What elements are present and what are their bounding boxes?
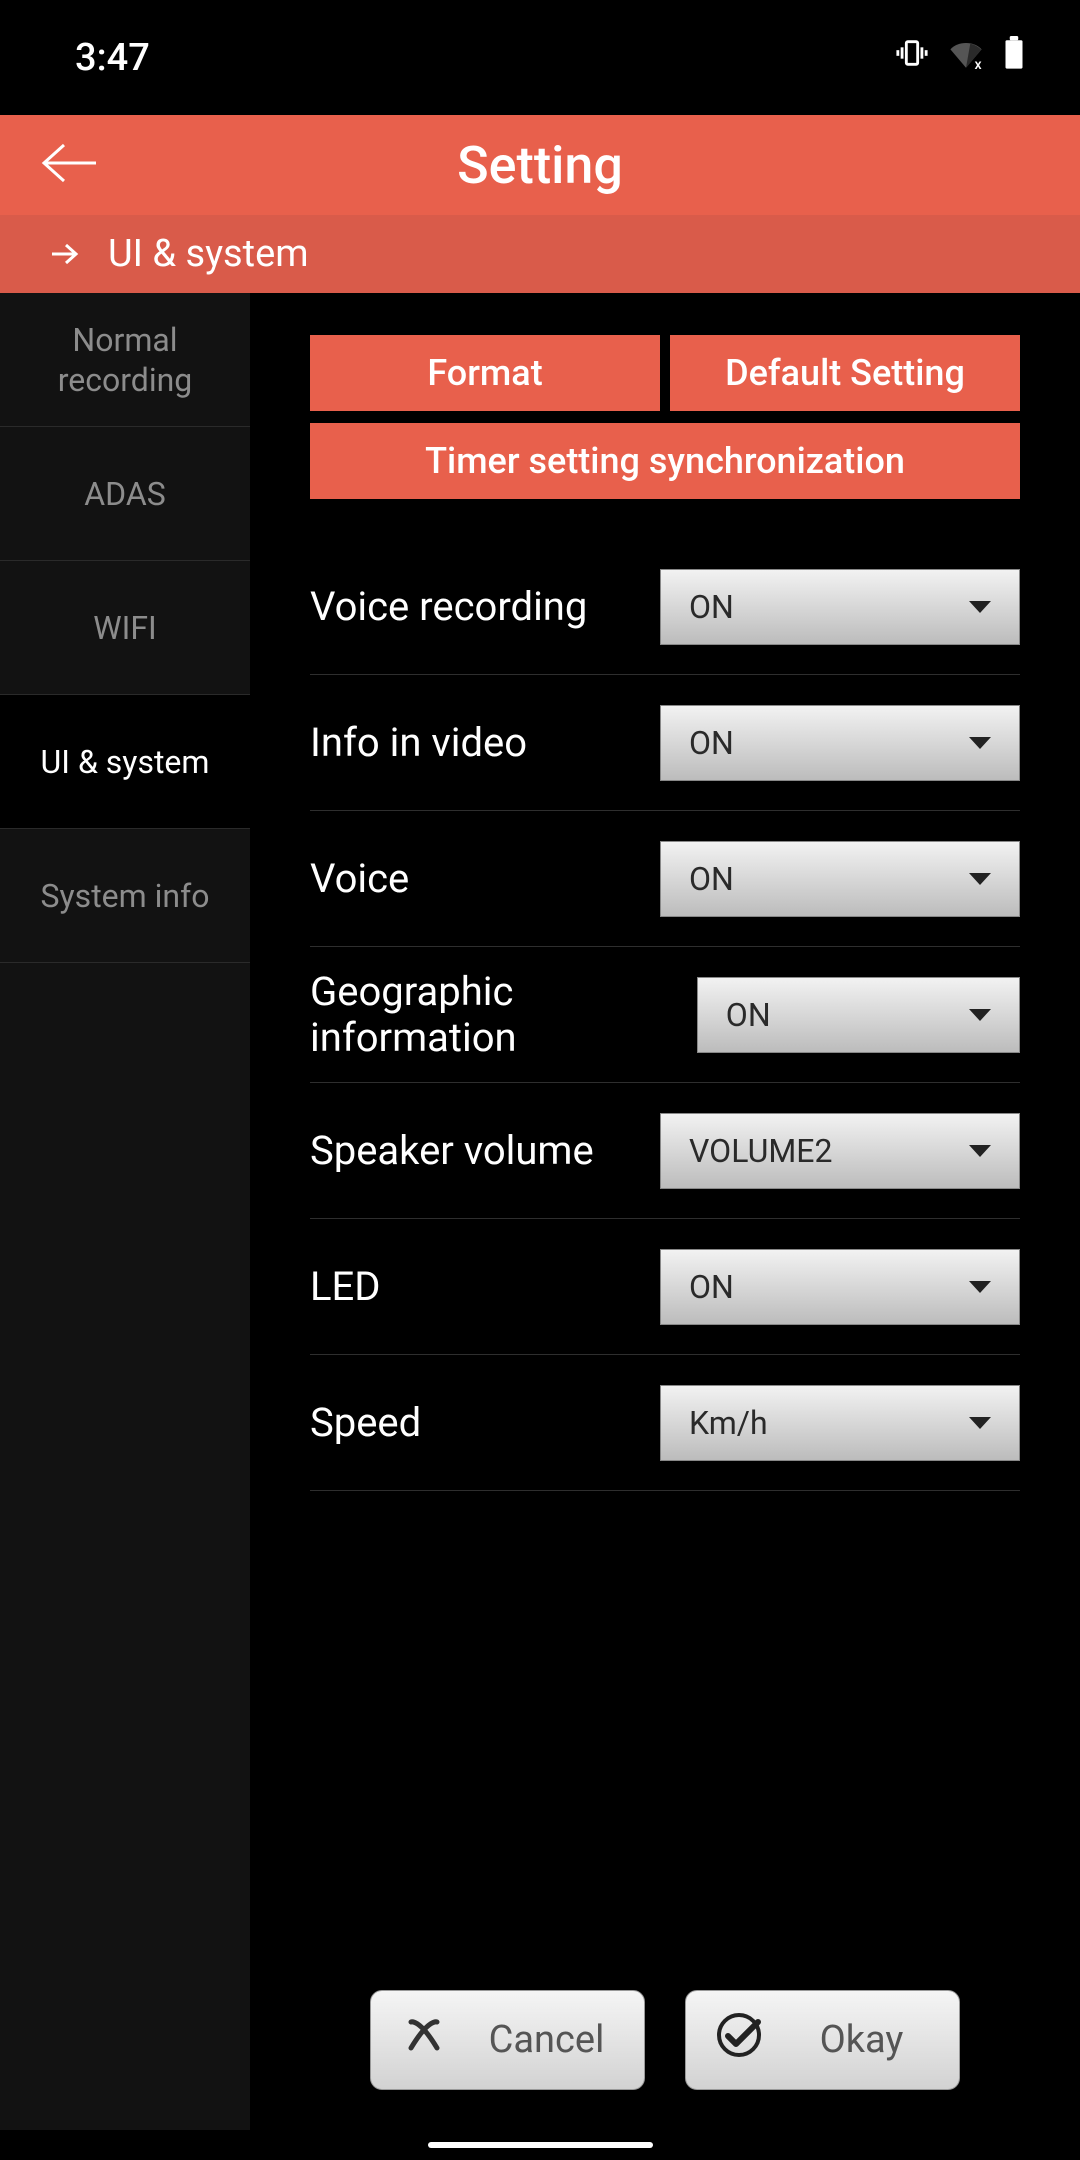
back-icon[interactable] [40,139,98,191]
vibrate-icon [895,36,929,80]
chevron-down-icon [969,1009,991,1021]
footer: Cancel Okay [310,1990,1020,2130]
setting-info-in-video: Info in video ON [310,675,1020,811]
sidebar: Normal recording ADAS WIFI UI & system S… [0,293,250,2130]
voice-recording-dropdown[interactable]: ON [660,569,1020,645]
button-label: Default Setting [725,352,965,394]
format-button[interactable]: Format [310,335,660,411]
setting-label: LED [310,1264,381,1310]
setting-label: Voice [310,856,409,902]
page-title: Setting [0,135,1080,196]
sidebar-item-normal-recording[interactable]: Normal recording [0,293,250,427]
setting-label: Voice recording [310,584,587,630]
cancel-button[interactable]: Cancel [370,1990,645,2090]
dropdown-value: ON [689,724,734,762]
sidebar-item-system-info[interactable]: System info [0,829,250,963]
status-bar: 3:47 x [0,0,1080,115]
settings-list: Voice recording ON Info in video ON Voic… [310,539,1020,1491]
close-icon [399,2010,449,2070]
sidebar-item-adas[interactable]: ADAS [0,427,250,561]
setting-speed: Speed Km/h [310,1355,1020,1491]
content: Format Default Setting Timer setting syn… [250,293,1080,2130]
info-in-video-dropdown[interactable]: ON [660,705,1020,781]
chevron-down-icon [969,873,991,885]
button-label: Okay [792,2018,931,2062]
okay-button[interactable]: Okay [685,1990,960,2090]
svg-text:x: x [975,57,982,70]
action-button-row: Format Default Setting [310,335,1020,411]
button-label: Timer setting synchronization [425,440,905,482]
subheader: UI & system [0,215,1080,293]
button-label: Format [427,352,542,394]
setting-voice: Voice ON [310,811,1020,947]
wifi-off-icon: x [949,36,983,80]
sidebar-item-label: System info [41,876,210,916]
sidebar-item-label: ADAS [84,474,165,514]
dropdown-value: ON [726,996,771,1034]
setting-label: Speed [310,1400,421,1446]
main-area: Normal recording ADAS WIFI UI & system S… [0,293,1080,2130]
subheader-label: UI & system [108,232,309,276]
button-label: Cancel [477,2018,616,2062]
chevron-down-icon [969,737,991,749]
setting-label: Info in video [310,720,527,766]
default-setting-button[interactable]: Default Setting [670,335,1020,411]
dropdown-value: ON [689,860,734,898]
check-circle-icon [714,2010,764,2070]
sidebar-item-ui-system[interactable]: UI & system [0,695,250,829]
header: Setting [0,115,1080,215]
sidebar-item-wifi[interactable]: WIFI [0,561,250,695]
chevron-down-icon [969,1281,991,1293]
setting-label: Geographic information [310,969,679,1061]
dropdown-value: ON [689,1268,734,1306]
speed-dropdown[interactable]: Km/h [660,1385,1020,1461]
setting-voice-recording: Voice recording ON [310,539,1020,675]
geographic-info-dropdown[interactable]: ON [697,977,1020,1053]
dropdown-value: Km/h [689,1404,768,1442]
timer-sync-button[interactable]: Timer setting synchronization [310,423,1020,499]
voice-dropdown[interactable]: ON [660,841,1020,917]
setting-geographic-information: Geographic information ON [310,947,1020,1083]
status-icons: x [895,36,1025,80]
dropdown-value: VOLUME2 [689,1132,832,1170]
sidebar-item-label: Normal recording [10,320,240,400]
chevron-down-icon [969,601,991,613]
sidebar-item-label: UI & system [41,742,210,782]
action-button-row: Timer setting synchronization [310,423,1020,499]
arrow-right-icon [50,232,80,276]
sidebar-item-label: WIFI [93,608,156,648]
chevron-down-icon [969,1417,991,1429]
chevron-down-icon [969,1145,991,1157]
status-time: 3:47 [75,36,150,80]
setting-label: Speaker volume [310,1128,594,1174]
setting-led: LED ON [310,1219,1020,1355]
home-indicator[interactable] [0,2130,1080,2160]
led-dropdown[interactable]: ON [660,1249,1020,1325]
dropdown-value: ON [689,588,734,626]
battery-icon [1003,36,1025,80]
speaker-volume-dropdown[interactable]: VOLUME2 [660,1113,1020,1189]
setting-speaker-volume: Speaker volume VOLUME2 [310,1083,1020,1219]
